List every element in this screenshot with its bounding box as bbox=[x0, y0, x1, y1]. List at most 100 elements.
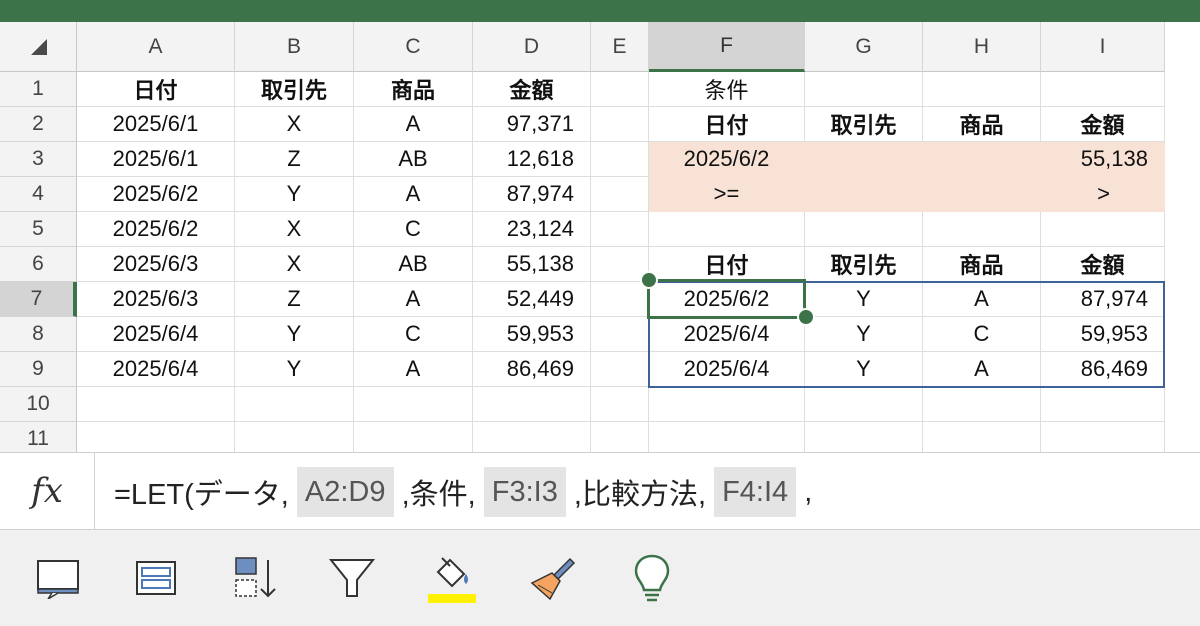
cell[interactable] bbox=[1041, 387, 1165, 422]
insert-comment-icon[interactable] bbox=[30, 550, 86, 606]
spreadsheet-grid[interactable]: A B C D E F G H I 1 2 3 4 5 6 7 8 9 10 11 日付 取引先 商品 金額 2025/6/1 X… bbox=[0, 22, 1200, 457]
cell[interactable] bbox=[923, 212, 1041, 247]
table-cell[interactable]: 2025/6/2 bbox=[77, 212, 235, 247]
table-cell[interactable]: 23,124 bbox=[473, 212, 591, 247]
table-cell[interactable]: 86,469 bbox=[473, 352, 591, 387]
selection-handle-bottom-right[interactable] bbox=[797, 308, 815, 326]
filter-icon[interactable] bbox=[324, 550, 380, 606]
criteria-header-cell[interactable]: 日付 bbox=[649, 107, 805, 142]
column-header-a[interactable]: A bbox=[77, 22, 235, 72]
result-cell[interactable]: 59,953 bbox=[1041, 317, 1165, 352]
table-header-cell[interactable]: 金額 bbox=[473, 72, 591, 107]
table-cell[interactable]: 2025/6/3 bbox=[77, 247, 235, 282]
result-cell[interactable]: 2025/6/4 bbox=[649, 352, 805, 387]
criteria-header-cell[interactable]: 金額 bbox=[1041, 107, 1165, 142]
table-cell[interactable]: X bbox=[235, 247, 354, 282]
column-header-h[interactable]: H bbox=[923, 22, 1041, 72]
cell[interactable] bbox=[1041, 212, 1165, 247]
table-cell[interactable]: AB bbox=[354, 142, 473, 177]
cell[interactable] bbox=[77, 387, 235, 422]
row-header-1[interactable]: 1 bbox=[0, 72, 77, 107]
table-cell[interactable]: 12,618 bbox=[473, 142, 591, 177]
table-cell[interactable]: 2025/6/1 bbox=[77, 142, 235, 177]
column-header-i[interactable]: I bbox=[1041, 22, 1165, 72]
column-header-c[interactable]: C bbox=[354, 22, 473, 72]
result-cell[interactable]: A bbox=[923, 282, 1041, 317]
result-header-cell[interactable]: 商品 bbox=[923, 247, 1041, 282]
cell[interactable] bbox=[923, 387, 1041, 422]
formula-bar[interactable]: fx =LET(データ, A2:D9 ,条件, F3:I3 ,比較方法, F4:… bbox=[0, 452, 1200, 530]
column-header-e[interactable]: E bbox=[591, 22, 649, 72]
result-header-cell[interactable]: 日付 bbox=[649, 247, 805, 282]
row-header-6[interactable]: 6 bbox=[0, 247, 77, 282]
table-cell[interactable]: C bbox=[354, 317, 473, 352]
formula-text[interactable]: =LET(データ, A2:D9 ,条件, F3:I3 ,比較方法, F4:I4 … bbox=[114, 467, 812, 517]
selection-handle-top-left[interactable] bbox=[640, 271, 658, 289]
result-cell[interactable]: Y bbox=[805, 282, 923, 317]
table-header-cell[interactable]: 日付 bbox=[77, 72, 235, 107]
row-header-3[interactable]: 3 bbox=[0, 142, 77, 177]
criteria-operator-cell[interactable] bbox=[805, 177, 923, 212]
table-header-cell[interactable]: 取引先 bbox=[235, 72, 354, 107]
table-cell[interactable]: 59,953 bbox=[473, 317, 591, 352]
cell[interactable] bbox=[235, 387, 354, 422]
cell[interactable] bbox=[1041, 72, 1165, 107]
table-cell[interactable]: 55,138 bbox=[473, 247, 591, 282]
result-cell[interactable]: C bbox=[923, 317, 1041, 352]
cell[interactable] bbox=[805, 387, 923, 422]
result-cell[interactable]: Y bbox=[805, 352, 923, 387]
row-header-8[interactable]: 8 bbox=[0, 317, 77, 352]
criteria-value-cell[interactable]: 2025/6/2 bbox=[649, 142, 805, 177]
cell[interactable] bbox=[805, 212, 923, 247]
cell[interactable] bbox=[591, 352, 649, 387]
table-cell[interactable]: A bbox=[354, 107, 473, 142]
criteria-value-cell[interactable] bbox=[805, 142, 923, 177]
cell[interactable] bbox=[354, 387, 473, 422]
cell[interactable] bbox=[923, 72, 1041, 107]
result-cell[interactable]: A bbox=[923, 352, 1041, 387]
row-header-2[interactable]: 2 bbox=[0, 107, 77, 142]
cell[interactable] bbox=[591, 107, 649, 142]
table-cell[interactable]: A bbox=[354, 282, 473, 317]
cell[interactable] bbox=[649, 387, 805, 422]
result-cell[interactable]: 87,974 bbox=[1041, 282, 1165, 317]
ideas-lightbulb-icon[interactable] bbox=[624, 550, 680, 606]
select-all-corner[interactable] bbox=[0, 22, 77, 72]
row-header-7[interactable]: 7 bbox=[0, 282, 77, 317]
table-cell[interactable]: AB bbox=[354, 247, 473, 282]
criteria-operator-cell[interactable]: >= bbox=[649, 177, 805, 212]
table-cell[interactable]: 2025/6/4 bbox=[77, 352, 235, 387]
table-cell[interactable]: 2025/6/3 bbox=[77, 282, 235, 317]
result-header-cell[interactable]: 取引先 bbox=[805, 247, 923, 282]
cell[interactable] bbox=[591, 177, 649, 212]
row-header-10[interactable]: 10 bbox=[0, 387, 77, 422]
table-cell[interactable]: 2025/6/4 bbox=[77, 317, 235, 352]
table-cell[interactable]: 97,371 bbox=[473, 107, 591, 142]
fx-icon[interactable]: fx bbox=[0, 453, 95, 529]
criteria-operator-cell[interactable]: > bbox=[1041, 177, 1165, 212]
table-cell[interactable]: C bbox=[354, 212, 473, 247]
row-header-9[interactable]: 9 bbox=[0, 352, 77, 387]
table-cell[interactable]: A bbox=[354, 177, 473, 212]
column-header-b[interactable]: B bbox=[235, 22, 354, 72]
cell[interactable] bbox=[591, 317, 649, 352]
table-cell[interactable]: X bbox=[235, 212, 354, 247]
table-cell[interactable]: Z bbox=[235, 142, 354, 177]
table-cell[interactable]: 2025/6/1 bbox=[77, 107, 235, 142]
sort-icon[interactable] bbox=[226, 550, 282, 606]
cell[interactable] bbox=[591, 142, 649, 177]
cell[interactable] bbox=[591, 387, 649, 422]
table-cell[interactable]: Y bbox=[235, 177, 354, 212]
result-header-cell[interactable]: 金額 bbox=[1041, 247, 1165, 282]
cell[interactable] bbox=[591, 72, 649, 107]
column-header-f[interactable]: F bbox=[649, 22, 805, 72]
table-cell[interactable]: Y bbox=[235, 317, 354, 352]
criteria-value-cell[interactable]: 55,138 bbox=[1041, 142, 1165, 177]
table-cell[interactable]: Y bbox=[235, 352, 354, 387]
table-cell[interactable]: A bbox=[354, 352, 473, 387]
table-cell[interactable]: X bbox=[235, 107, 354, 142]
cell[interactable] bbox=[805, 72, 923, 107]
cell[interactable] bbox=[473, 387, 591, 422]
table-header-cell[interactable]: 商品 bbox=[354, 72, 473, 107]
table-cell[interactable]: 87,974 bbox=[473, 177, 591, 212]
